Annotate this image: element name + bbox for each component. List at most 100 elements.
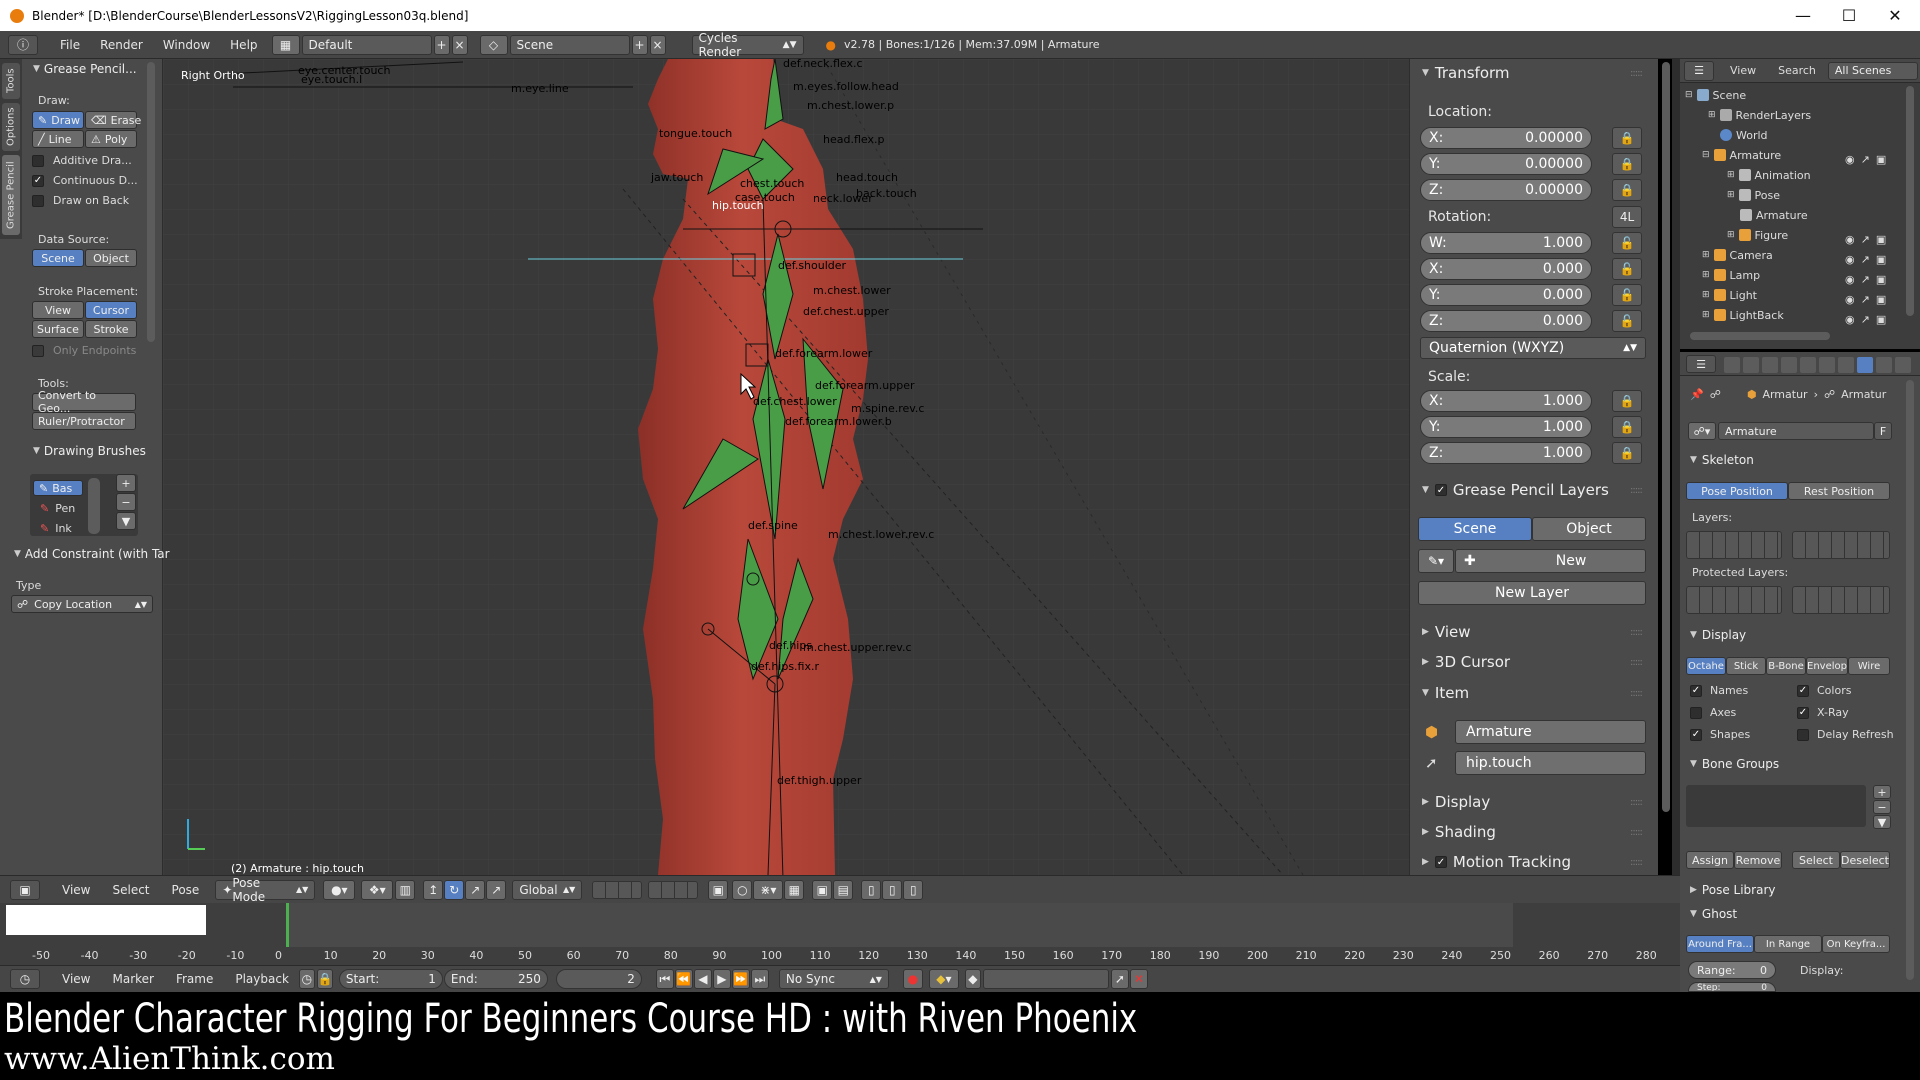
- display-stick[interactable]: Stick: [1726, 657, 1766, 675]
- rotation-x-field[interactable]: X: 0.000: [1420, 258, 1592, 280]
- sidebar-scrollbar[interactable]: [1662, 62, 1670, 812]
- stroke-placement-view[interactable]: View: [32, 301, 84, 319]
- brush-add-icon[interactable]: +: [116, 474, 136, 492]
- render-tab-icon[interactable]: [1724, 357, 1740, 373]
- insert-keyframe-icon[interactable]: ➚: [1110, 969, 1129, 989]
- draw-button[interactable]: ✎ Draw: [32, 111, 84, 129]
- outliner-scrollbar[interactable]: [1906, 86, 1914, 316]
- jump-end-icon[interactable]: ⏭: [750, 969, 769, 989]
- menu-view[interactable]: View: [62, 883, 90, 897]
- colors-checkbox[interactable]: ✓ Colors: [1797, 684, 1851, 697]
- 3d-view-editor-icon[interactable]: ▣: [10, 879, 40, 900]
- ghost-on-keyframes[interactable]: On Keyfra...: [1822, 935, 1890, 953]
- tool-shelf-scrollbar[interactable]: [147, 62, 155, 342]
- outliner-row-pose[interactable]: ⊞ Pose: [1727, 186, 1780, 204]
- delete-keyframe-icon[interactable]: ✕: [1129, 969, 1148, 989]
- layout-remove-icon[interactable]: ×: [451, 34, 468, 55]
- brush-item-basic[interactable]: ✎ Bas: [33, 480, 83, 496]
- unlock-icon[interactable]: 🔓: [1612, 258, 1642, 280]
- scale-x-field[interactable]: X: 1.000: [1420, 390, 1592, 412]
- menu-file[interactable]: File: [50, 38, 90, 52]
- layout-field[interactable]: Default: [301, 34, 432, 55]
- add-constraint-panel-header[interactable]: ▼ Add Constraint (with Tar: [14, 547, 170, 561]
- bone-groups-list[interactable]: [1686, 785, 1866, 827]
- stroke-placement-cursor[interactable]: Cursor: [85, 301, 137, 319]
- scene-add-icon[interactable]: +: [631, 34, 648, 55]
- paste-flipped-pose-icon[interactable]: ▯: [903, 879, 924, 900]
- outliner-row-lamp[interactable]: ⊞ Lamp: [1702, 266, 1760, 284]
- minimize-icon[interactable]: —: [1780, 0, 1826, 31]
- lock-icon[interactable]: 🔒: [1612, 390, 1642, 412]
- outliner-row-armature-data[interactable]: Armature: [1740, 206, 1808, 224]
- location-y-field[interactable]: Y: 0.00000: [1420, 153, 1592, 175]
- shapes-checkbox[interactable]: ✓ Shapes: [1690, 728, 1750, 741]
- scene-field[interactable]: Scene: [509, 34, 630, 55]
- snap-target-icon[interactable]: ⋇▾: [753, 879, 784, 900]
- ruler-protractor-button[interactable]: Ruler/Protractor: [32, 412, 136, 430]
- scale-manipulator-icon[interactable]: ↗: [465, 879, 486, 900]
- outliner-visibility-icons[interactable]: ◉↗▣ ◉↗▣ ◉↗▣ ◉↗▣ ◉↗▣ ◉↗▣: [1845, 150, 1892, 330]
- ghost-range-field[interactable]: Range: 0: [1688, 961, 1776, 979]
- lock-icon[interactable]: 🔒: [1612, 442, 1642, 464]
- timeline-menu-playback[interactable]: Playback: [235, 972, 289, 986]
- outliner-menu-search[interactable]: Search: [1778, 64, 1816, 77]
- data-source-scene[interactable]: Scene: [32, 249, 84, 267]
- armature-data-tab-icon[interactable]: [1857, 357, 1873, 373]
- new-gp-data-button[interactable]: ✚ New: [1455, 549, 1646, 573]
- outliner-display-mode[interactable]: All Scenes: [1827, 61, 1918, 80]
- world-tab-icon[interactable]: [1781, 357, 1797, 373]
- timeline-range-area[interactable]: [289, 903, 1513, 953]
- scene-layers-grid-b[interactable]: [648, 880, 699, 899]
- start-frame-field[interactable]: Start: 1: [338, 969, 443, 989]
- lock-time-icon[interactable]: 🔒: [316, 969, 333, 989]
- lock-icon[interactable]: 🔒: [1612, 416, 1642, 438]
- outliner-row-armature[interactable]: ⊟ Armature: [1702, 146, 1781, 164]
- end-frame-field[interactable]: End: 250: [443, 969, 548, 989]
- bone-constraints-tab-icon[interactable]: [1895, 357, 1911, 373]
- erase-button[interactable]: ⌫ Erase: [85, 111, 141, 129]
- mode-select[interactable]: ✦ Pose Mode ▲▼: [215, 876, 316, 904]
- snap-manipulator-icon[interactable]: ↗: [486, 879, 507, 900]
- jump-start-icon[interactable]: ⏮: [655, 969, 674, 989]
- drag-grip-icon[interactable]: :::::: [1630, 68, 1643, 79]
- bone-tab-icon[interactable]: [1876, 357, 1892, 373]
- outliner-menu-view[interactable]: View: [1730, 64, 1756, 77]
- unlock-icon[interactable]: 🔓: [1612, 310, 1642, 332]
- timeline-menu-frame[interactable]: Frame: [176, 972, 213, 986]
- shading-mode-icon[interactable]: ●▾: [323, 879, 356, 900]
- jump-keyframe-back-icon[interactable]: ⏪: [674, 969, 693, 989]
- bone-group-add-icon[interactable]: +: [1873, 785, 1891, 799]
- transform-panel-header[interactable]: ▼ Transform: [1422, 64, 1510, 82]
- bone-group-remove-icon[interactable]: −: [1873, 800, 1891, 814]
- layout-grid-icon[interactable]: ▦: [271, 34, 300, 55]
- outliner-row-figure[interactable]: ⊞ Figure: [1727, 226, 1788, 244]
- delay-refresh-checkbox[interactable]: Delay Refresh: [1797, 728, 1894, 741]
- location-z-field[interactable]: Z: 0.00000: [1420, 179, 1592, 201]
- 3d-viewport[interactable]: Right Ortho (2) Armature : hip.touch eye…: [163, 59, 1409, 875]
- pin-icon[interactable]: 📌: [1690, 388, 1704, 401]
- protected-layers-grid-a[interactable]: [1686, 586, 1782, 614]
- new-layer-button[interactable]: New Layer: [1418, 581, 1646, 605]
- remove-button[interactable]: Remove: [1734, 851, 1782, 869]
- convert-to-geometry-button[interactable]: Convert to Geo...: [32, 389, 136, 415]
- drawing-brushes-panel-header[interactable]: ▼ Drawing Brushes: [33, 444, 146, 458]
- gp-layers-scene[interactable]: Scene: [1418, 517, 1532, 541]
- lock-icon[interactable]: 🔒: [1612, 127, 1642, 149]
- rotation-z-field[interactable]: Z: 0.000: [1420, 310, 1592, 332]
- brush-list-scrollbar[interactable]: [88, 478, 100, 534]
- gp-layers-object[interactable]: Object: [1532, 517, 1646, 541]
- line-button[interactable]: ╱ Line: [32, 130, 84, 148]
- outliner-row-animation[interactable]: ⊞ Animation: [1727, 166, 1811, 184]
- render-preview-icon[interactable]: ▣: [812, 879, 833, 900]
- display-wire[interactable]: Wire: [1848, 657, 1890, 675]
- lock-icon[interactable]: 🔒: [1612, 153, 1642, 175]
- maximize-icon[interactable]: ☐: [1826, 0, 1872, 31]
- outliner-row-light[interactable]: ⊞ Light: [1702, 286, 1757, 304]
- drag-grip-icon[interactable]: :::::: [1630, 857, 1643, 868]
- renderlayer-tab-icon[interactable]: [1743, 357, 1759, 373]
- display-bbone[interactable]: B-Bone: [1766, 657, 1806, 675]
- unlock-icon[interactable]: 🔓: [1612, 232, 1642, 254]
- display-panel-header[interactable]: ▶ Display: [1422, 793, 1490, 811]
- gp-layers-panel-header[interactable]: ▼ ✓ Grease Pencil Layers: [1422, 481, 1609, 499]
- data-source-object[interactable]: Object: [85, 249, 137, 267]
